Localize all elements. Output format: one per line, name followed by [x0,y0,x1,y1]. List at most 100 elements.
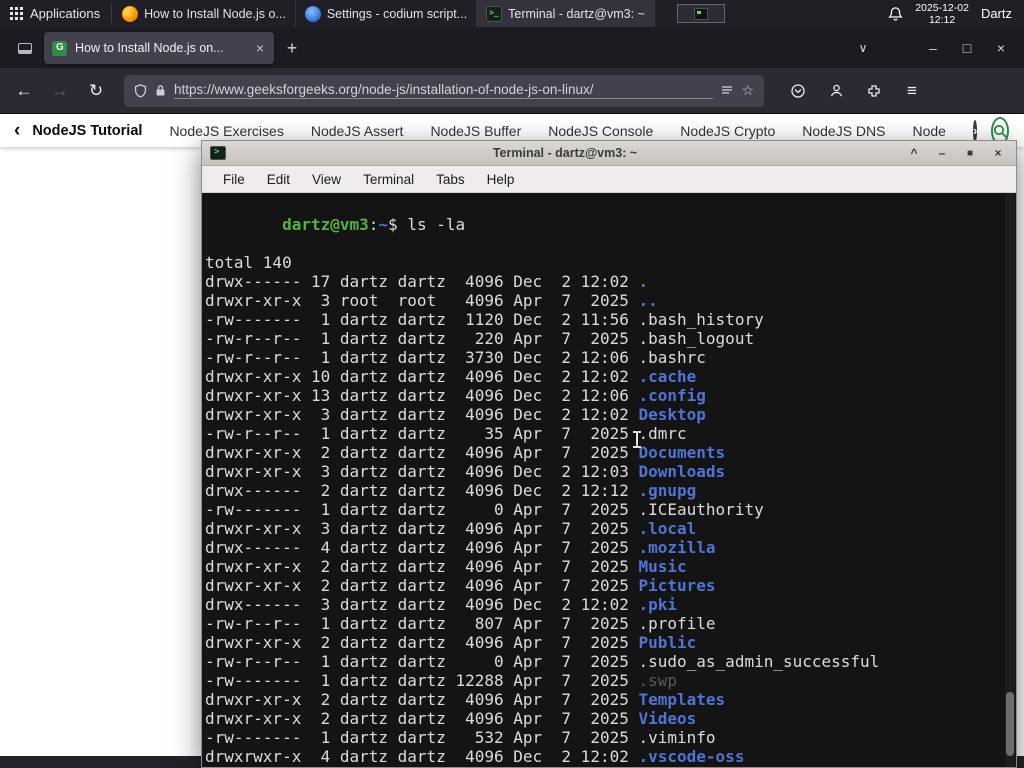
firefox-icon [122,5,139,22]
browser-maximize-button[interactable]: □ [950,27,984,68]
nav-scroll-right-icon[interactable]: › [972,119,978,142]
terminal-line: -rw------- 1 dartz dartz 48 Dec 2 10:39 … [205,766,1002,767]
url-text[interactable]: https://www.geeksforgeeks.org/node-js/in… [174,82,714,99]
menu-button[interactable]: ≡ [896,75,928,107]
directory-name: Desktop [638,405,706,424]
browser-minimize-button[interactable]: – [916,27,950,68]
terminal-line: drwx------ 4 dartz dartz 4096 Apr 7 2025… [205,538,716,557]
directory-name: Videos [638,709,697,728]
panel-separator [111,4,113,23]
list-all-tabs-button[interactable]: ∨ [846,27,880,68]
taskbar-item-firefox[interactable]: How to Install Node.js o... [113,0,296,27]
reload-button[interactable]: ↻ [80,75,112,107]
browser-tab-bar: How to Install Node.js on... × + ∨ – □ × [0,27,1024,68]
firefox-view-button[interactable] [10,33,40,63]
terminal-line: -rw------- 1 dartz dartz 1120 Dec 2 11:5… [205,310,764,329]
notification-bell-icon[interactable] [888,6,904,22]
file-name: .dmrc [638,424,687,443]
terminal-shade-button[interactable]: ^ [904,146,924,160]
prompt-path: ~ [378,215,389,234]
applications-label: Applications [30,6,101,21]
workspace-pager[interactable] [669,0,733,27]
menu-terminal[interactable]: Terminal [352,172,425,187]
terminal-line: -rw-r--r-- 1 dartz dartz 35 Apr 7 2025 .… [205,424,687,443]
url-bar[interactable]: https://www.geeksforgeeks.org/node-js/in… [124,74,764,107]
terminal-line: -rw------- 1 dartz dartz 12288 Apr 7 202… [205,671,678,690]
forward-button[interactable]: → [44,75,76,107]
taskbar-item-settings[interactable]: Settings - codium script... [296,0,478,27]
terminal-line: -rw------- 1 dartz dartz 532 Apr 7 2025 … [205,728,716,747]
sitenav-item-console[interactable]: NodeJS Console [548,123,653,139]
terminal-line: drwxr-xr-x 3 dartz dartz 4096 Apr 7 2025… [205,519,697,538]
directory-name: .pki [638,595,678,614]
tab-close-button[interactable]: × [254,40,266,56]
terminal-minimize-button[interactable]: – [932,146,952,160]
terminal-line: -rw-r--r-- 1 dartz dartz 0 Apr 7 2025 .s… [205,652,880,671]
sitenav-item-buffer[interactable]: NodeJS Buffer [430,123,521,139]
terminal-close-button[interactable]: × [988,146,1008,160]
clock-date: 2025-12-02 [915,1,969,14]
directory-name: Downloads [638,462,726,481]
sitenav-item-next[interactable]: Node [913,123,946,139]
directory-name: Pictures [638,576,716,595]
terminal-line: drwx------ 3 dartz dartz 4096 Dec 2 12:0… [205,595,678,614]
file-name: .profile [638,614,716,633]
bookmark-star-icon[interactable]: ☆ [741,82,754,99]
terminal-line: drwxr-xr-x 3 dartz dartz 4096 Dec 2 12:0… [205,405,706,424]
directory-name: Documents [638,443,726,462]
nav-scroll-left-icon[interactable]: ‹ [14,120,20,142]
terminal-title-bar[interactable]: Terminal - dartz@vm3: ~ ^ – ■ × [202,141,1016,166]
geeksforgeeks-favicon [52,40,67,56]
lock-icon[interactable] [155,84,166,97]
taskbar-item-terminal[interactable]: Terminal - dartz@vm3: ~ [477,0,655,27]
prompt-command: ls -la [407,215,466,234]
directory-name: Templates [638,690,726,709]
terminal-prompt-line: dartz@vm3:~$ ls -la [282,215,466,234]
panel-clock[interactable]: 2025-12-02 12:12 [915,2,969,26]
menu-view[interactable]: View [301,172,352,187]
terminal-maximize-button[interactable]: ■ [960,148,980,159]
menu-help[interactable]: Help [476,172,526,187]
sitenav-item-exercises[interactable]: NodeJS Exercises [169,123,283,139]
file-name: .sudo_as_admin_successful [638,652,880,671]
terminal-scrollbar-thumb[interactable] [1006,692,1014,756]
new-tab-button[interactable]: + [278,34,306,62]
terminal-line: drwxr-xr-x 10 dartz dartz 4096 Dec 2 12:… [205,367,697,386]
directory-name: .. [638,291,658,310]
user-menu[interactable]: Dartz [981,6,1014,21]
sitenav-item-assert[interactable]: NodeJS Assert [311,123,404,139]
sitenav-item-dns[interactable]: NodeJS DNS [802,123,885,139]
mini-window-icon [693,7,708,20]
menu-tabs[interactable]: Tabs [425,172,476,187]
extensions-puzzle-icon[interactable] [858,75,890,107]
reader-mode-icon[interactable] [721,85,733,97]
terminal-output: dartz@vm3:~$ ls -la total 140 drwx------ … [205,196,1002,767]
terminal-window-title: Terminal - dartz@vm3: ~ [492,146,638,160]
applications-menu[interactable]: Applications [0,0,110,27]
file-name: .viminfo [638,728,716,747]
pocket-icon[interactable] [782,75,814,107]
terminal-scrollbar[interactable] [1005,193,1015,767]
terminal-line: -rw-r--r-- 1 dartz dartz 807 Apr 7 2025 … [205,614,716,633]
menu-file[interactable]: File [212,172,256,187]
menu-edit[interactable]: Edit [256,172,301,187]
terminal-window: Terminal - dartz@vm3: ~ ^ – ■ × File Edi… [201,140,1017,768]
browser-tab[interactable]: How to Install Node.js on... × [44,32,274,64]
terminal-screen[interactable]: dartz@vm3:~$ ls -la total 140 drwx------ … [202,193,1016,767]
back-button[interactable]: ← [8,75,40,107]
directory-name: .local [638,519,697,538]
directory-name: Public [638,633,697,652]
browser-close-button[interactable]: × [984,27,1018,68]
terminal-line: -rw------- 1 dartz dartz 0 Apr 7 2025 .I… [205,500,764,519]
sitenav-item-crypto[interactable]: NodeJS Crypto [680,123,775,139]
terminal-line: drwx------ 2 dartz dartz 4096 Dec 2 12:1… [205,481,697,500]
account-icon[interactable] [820,75,852,107]
terminal-line: -rw-r--r-- 1 dartz dartz 220 Apr 7 2025 … [205,329,755,348]
file-name: .Xauthority [638,766,744,767]
file-name: .swp [638,671,678,690]
tab-title: How to Install Node.js on... [75,41,224,55]
sitenav-item-tutorial[interactable]: NodeJS Tutorial [32,123,142,139]
directory-name: .mozilla [638,538,716,557]
tracking-protection-shield-icon[interactable] [134,83,147,98]
terminal-app-icon [210,146,226,160]
